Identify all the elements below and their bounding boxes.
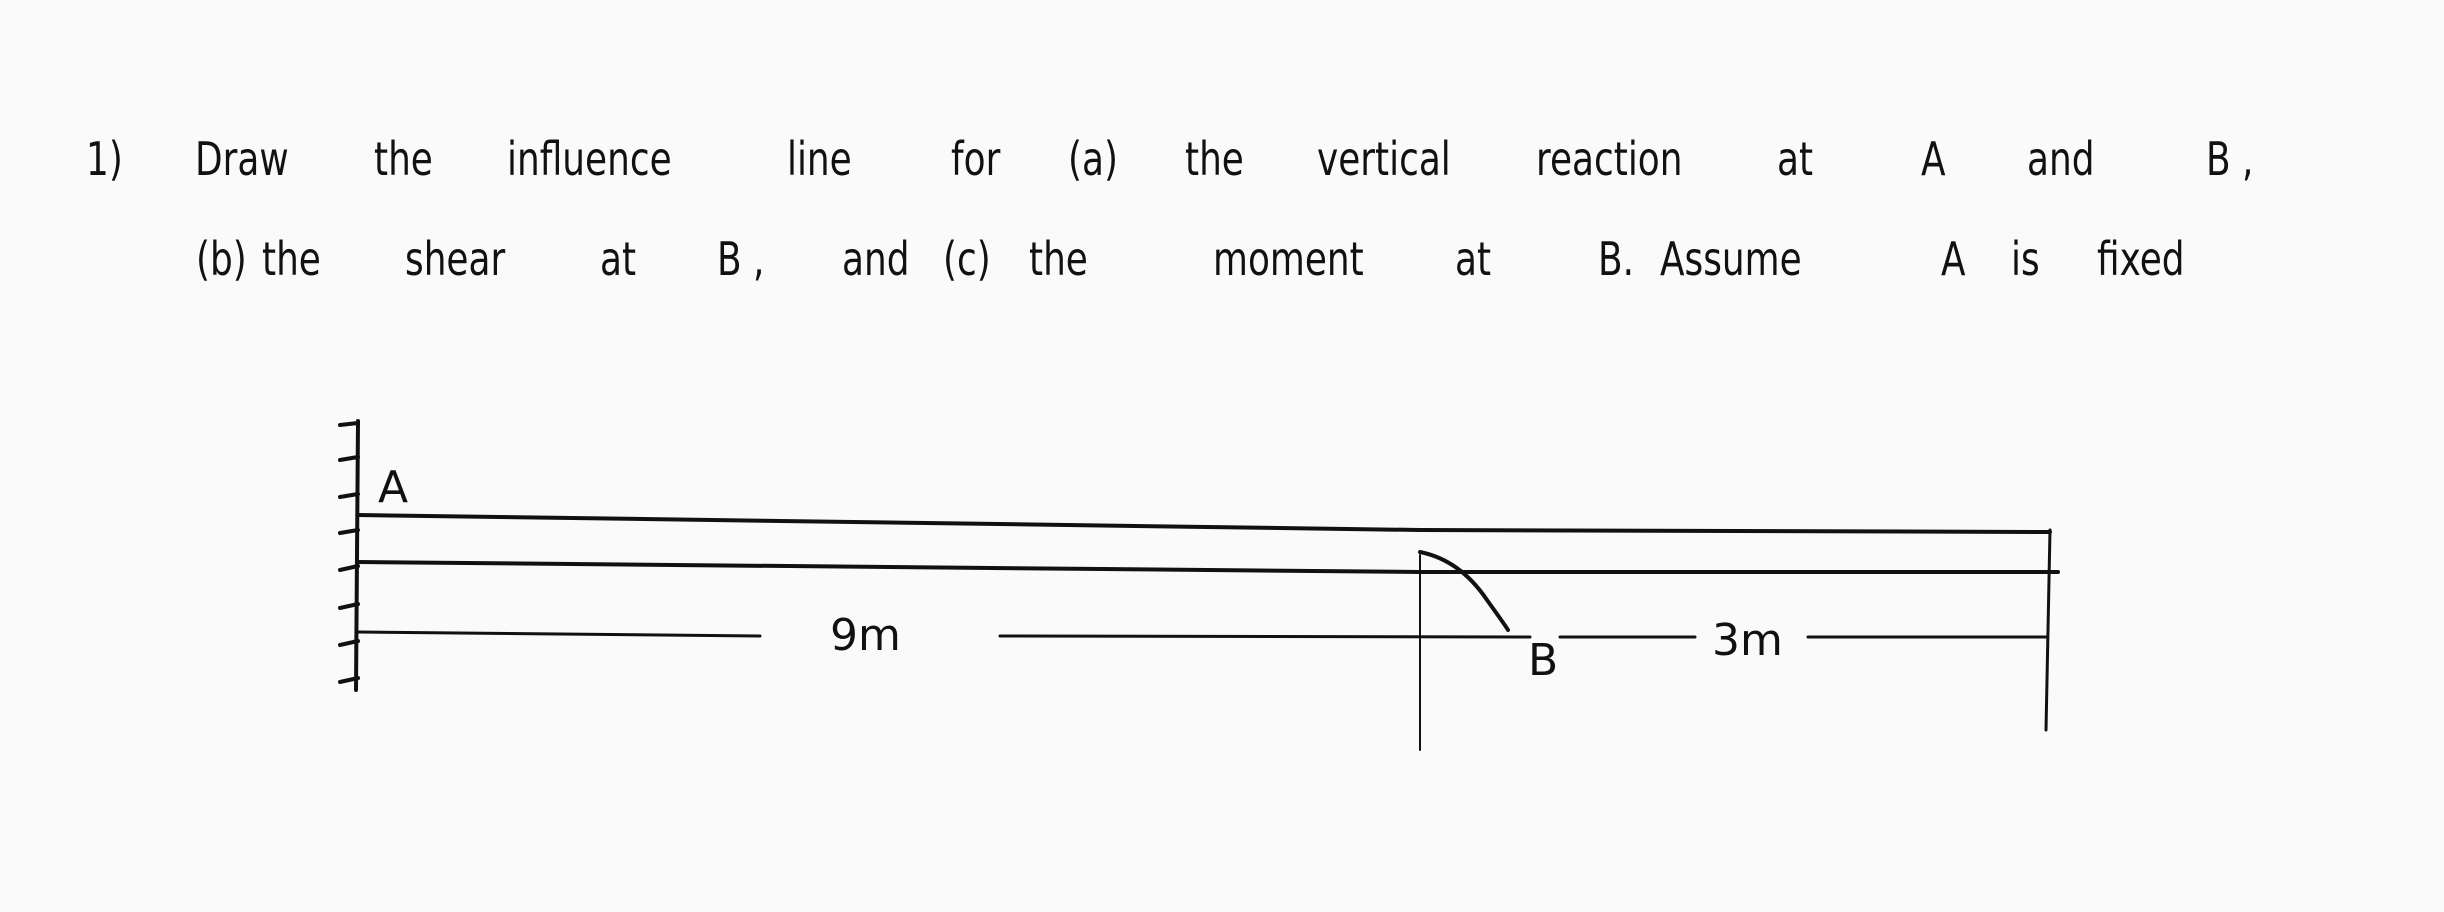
span-label-right: 3m (1712, 615, 1783, 666)
point-label-b: B (1528, 635, 1558, 686)
beam-top-edge (356, 513, 2052, 534)
beam-bottom-edge (356, 560, 2060, 574)
beam-diagram: A B 9m 3m (338, 419, 2060, 751)
beam-right-end (2044, 528, 2052, 732)
fixed-wall (354, 419, 360, 692)
span-label-left: 9m (830, 610, 901, 661)
dimension-line-left-a (356, 630, 762, 638)
point-b-leader (1418, 550, 1510, 632)
dimension-line-left-b (998, 634, 1532, 639)
support-label-a: A (378, 462, 408, 513)
